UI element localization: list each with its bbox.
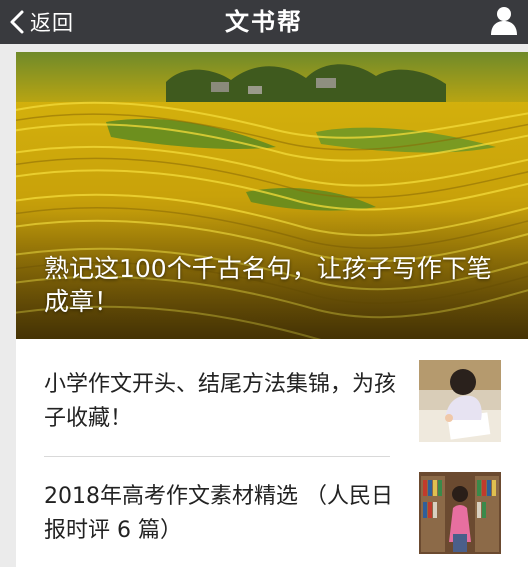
article-title: 小学作文开头、结尾方法集锦，为孩子收藏！ xyxy=(44,372,397,431)
article-title: 2018年高考作文素材精选 （人民日报时评 6 篇） xyxy=(44,484,393,543)
user-icon xyxy=(491,7,517,35)
back-label: 返回 xyxy=(30,11,74,35)
article-item-1[interactable]: 小学作文开头、结尾方法集锦，为孩子收藏！ xyxy=(16,340,528,456)
article-item-2[interactable]: 2018年高考作文素材精选 （人民日报时评 6 篇） xyxy=(16,456,528,567)
back-button[interactable]: 返回 xyxy=(8,0,74,44)
page-title: 文书帮 xyxy=(225,8,303,36)
article-card: 熟记这100个千古名句，让孩子写作下笔成章！ 小学作文开头、结尾方法集锦，为孩子… xyxy=(16,52,528,567)
article-thumbnail xyxy=(419,360,501,442)
chevron-left-icon xyxy=(10,10,24,34)
navbar: 返回 文书帮 xyxy=(0,0,528,44)
profile-button[interactable] xyxy=(488,4,520,36)
hero-article[interactable]: 熟记这100个千古名句，让孩子写作下笔成章！ xyxy=(16,52,528,339)
article-thumbnail xyxy=(419,472,501,554)
hero-caption: 熟记这100个千古名句，让孩子写作下笔成章！ xyxy=(44,254,492,316)
